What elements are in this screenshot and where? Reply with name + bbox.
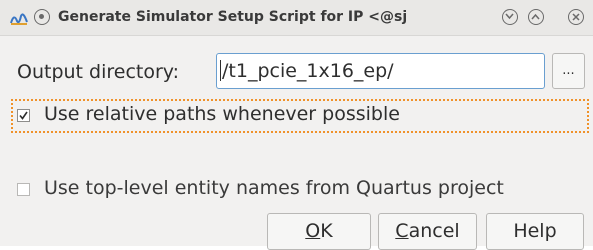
cancel-label-rest: ancel xyxy=(408,220,460,242)
output-directory-label: Output directory: xyxy=(17,61,180,83)
top-level-names-label[interactable]: Use top-level entity names from Quartus … xyxy=(44,177,504,199)
quartus-app-icon xyxy=(10,10,28,26)
text-caret xyxy=(220,60,221,81)
cancel-mnemonic: C xyxy=(395,220,409,242)
setup-script-dialog: Generate Simulator Setup Script for IP <… xyxy=(0,0,593,250)
title-bar[interactable]: Generate Simulator Setup Script for IP <… xyxy=(0,0,593,36)
menu-dot-icon[interactable] xyxy=(34,9,50,25)
browse-button[interactable]: ... xyxy=(552,53,585,89)
top-level-names-checkbox[interactable] xyxy=(17,183,30,196)
chevron-down-icon[interactable] xyxy=(502,9,518,25)
relative-paths-checkbox[interactable] xyxy=(17,109,30,122)
help-button[interactable]: Help xyxy=(486,213,584,250)
relative-paths-label[interactable]: Use relative paths whenever possible xyxy=(44,103,400,125)
window-title: Generate Simulator Setup Script for IP <… xyxy=(58,9,408,25)
ok-button[interactable]: OK xyxy=(267,213,371,250)
output-directory-input[interactable]: /t1_pcie_1x16_ep/ xyxy=(216,53,545,89)
ok-mnemonic: O xyxy=(305,220,321,242)
chevron-up-icon[interactable] xyxy=(528,9,544,25)
output-directory-value: /t1_pcie_1x16_ep/ xyxy=(222,60,394,82)
close-icon[interactable] xyxy=(568,9,584,25)
ok-label-rest: K xyxy=(320,220,333,242)
cancel-button[interactable]: Cancel xyxy=(378,213,477,250)
